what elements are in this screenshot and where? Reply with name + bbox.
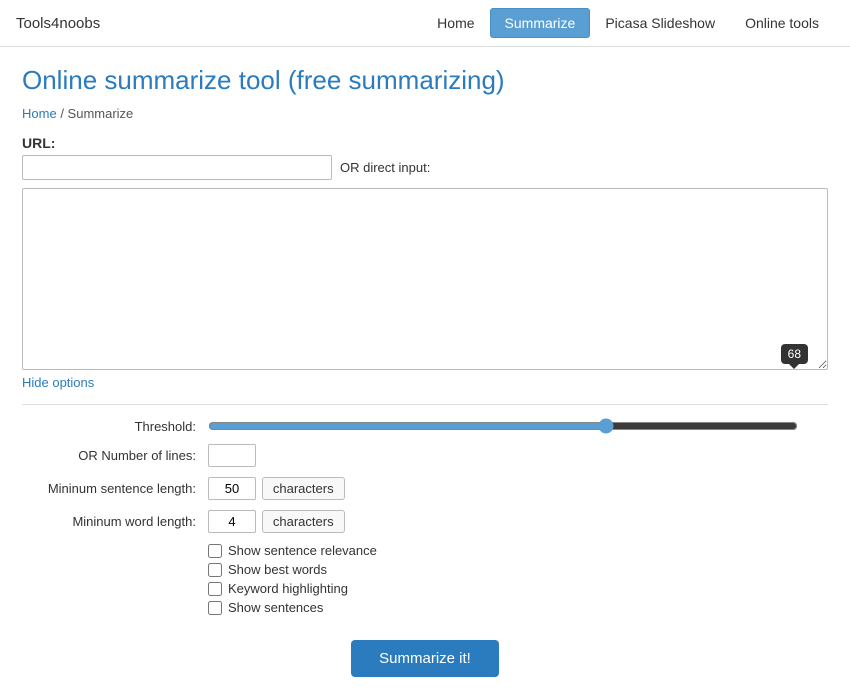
brand-logo: Tools4noobs (16, 15, 100, 32)
lines-input[interactable] (208, 444, 256, 467)
main-content: Online summarize tool (free summarizing)… (0, 47, 850, 695)
min-word-row: Mininum word length: characters (22, 505, 828, 538)
keyword-highlighting-checkbox[interactable] (208, 582, 222, 596)
options-table: Threshold: OR Number of lines: Mininum s… (22, 413, 828, 624)
navbar: Tools4noobs Home Summarize Picasa Slides… (0, 0, 850, 47)
url-input[interactable] (22, 155, 332, 180)
options-divider (22, 404, 828, 405)
lines-label: OR Number of lines: (22, 439, 202, 472)
nav-links: Home Summarize Picasa Slideshow Online t… (422, 8, 834, 38)
min-sentence-input[interactable] (208, 477, 256, 500)
direct-input-textarea[interactable] (22, 188, 828, 370)
url-label: URL: (22, 135, 828, 151)
textarea-wrapper: 68 (22, 188, 828, 370)
page-title: Online summarize tool (free summarizing) (22, 65, 828, 96)
min-sentence-row: Mininum sentence length: characters (22, 472, 828, 505)
min-sentence-label: Mininum sentence length: (22, 472, 202, 505)
submit-section: Summarize it! (22, 640, 828, 677)
breadcrumb: Home / Summarize (22, 106, 828, 121)
min-word-input[interactable] (208, 510, 256, 533)
checkboxes-row: Show sentence relevance Show best words … (22, 538, 828, 624)
breadcrumb-current: Summarize (68, 106, 134, 121)
show-relevance-label: Show sentence relevance (228, 543, 377, 558)
show-best-checkbox[interactable] (208, 563, 222, 577)
lines-row: OR Number of lines: (22, 439, 828, 472)
show-sentences-checkbox[interactable] (208, 601, 222, 615)
min-sentence-chars-badge: characters (262, 477, 345, 500)
min-word-chars-badge: characters (262, 510, 345, 533)
breadcrumb-home[interactable]: Home (22, 106, 57, 121)
show-relevance-checkbox[interactable] (208, 544, 222, 558)
threshold-label: Threshold: (22, 413, 202, 439)
threshold-row: Threshold: (22, 413, 828, 439)
hide-options-link[interactable]: Hide options (22, 375, 94, 390)
nav-summarize[interactable]: Summarize (490, 8, 591, 38)
show-sentences-label: Show sentences (228, 600, 323, 615)
keyword-highlighting-row: Keyword highlighting (208, 581, 822, 596)
show-relevance-row: Show sentence relevance (208, 543, 822, 558)
show-sentences-row: Show sentences (208, 600, 822, 615)
keyword-highlighting-label: Keyword highlighting (228, 581, 348, 596)
or-direct-label: OR direct input: (340, 160, 430, 175)
nav-picasa[interactable]: Picasa Slideshow (590, 8, 730, 38)
url-row: OR direct input: (22, 155, 828, 180)
show-best-row: Show best words (208, 562, 822, 577)
summarize-button[interactable]: Summarize it! (351, 640, 499, 677)
show-best-label: Show best words (228, 562, 327, 577)
min-word-label: Mininum word length: (22, 505, 202, 538)
threshold-slider[interactable] (208, 418, 798, 434)
nav-online-tools[interactable]: Online tools (730, 8, 834, 38)
nav-home[interactable]: Home (422, 8, 489, 38)
